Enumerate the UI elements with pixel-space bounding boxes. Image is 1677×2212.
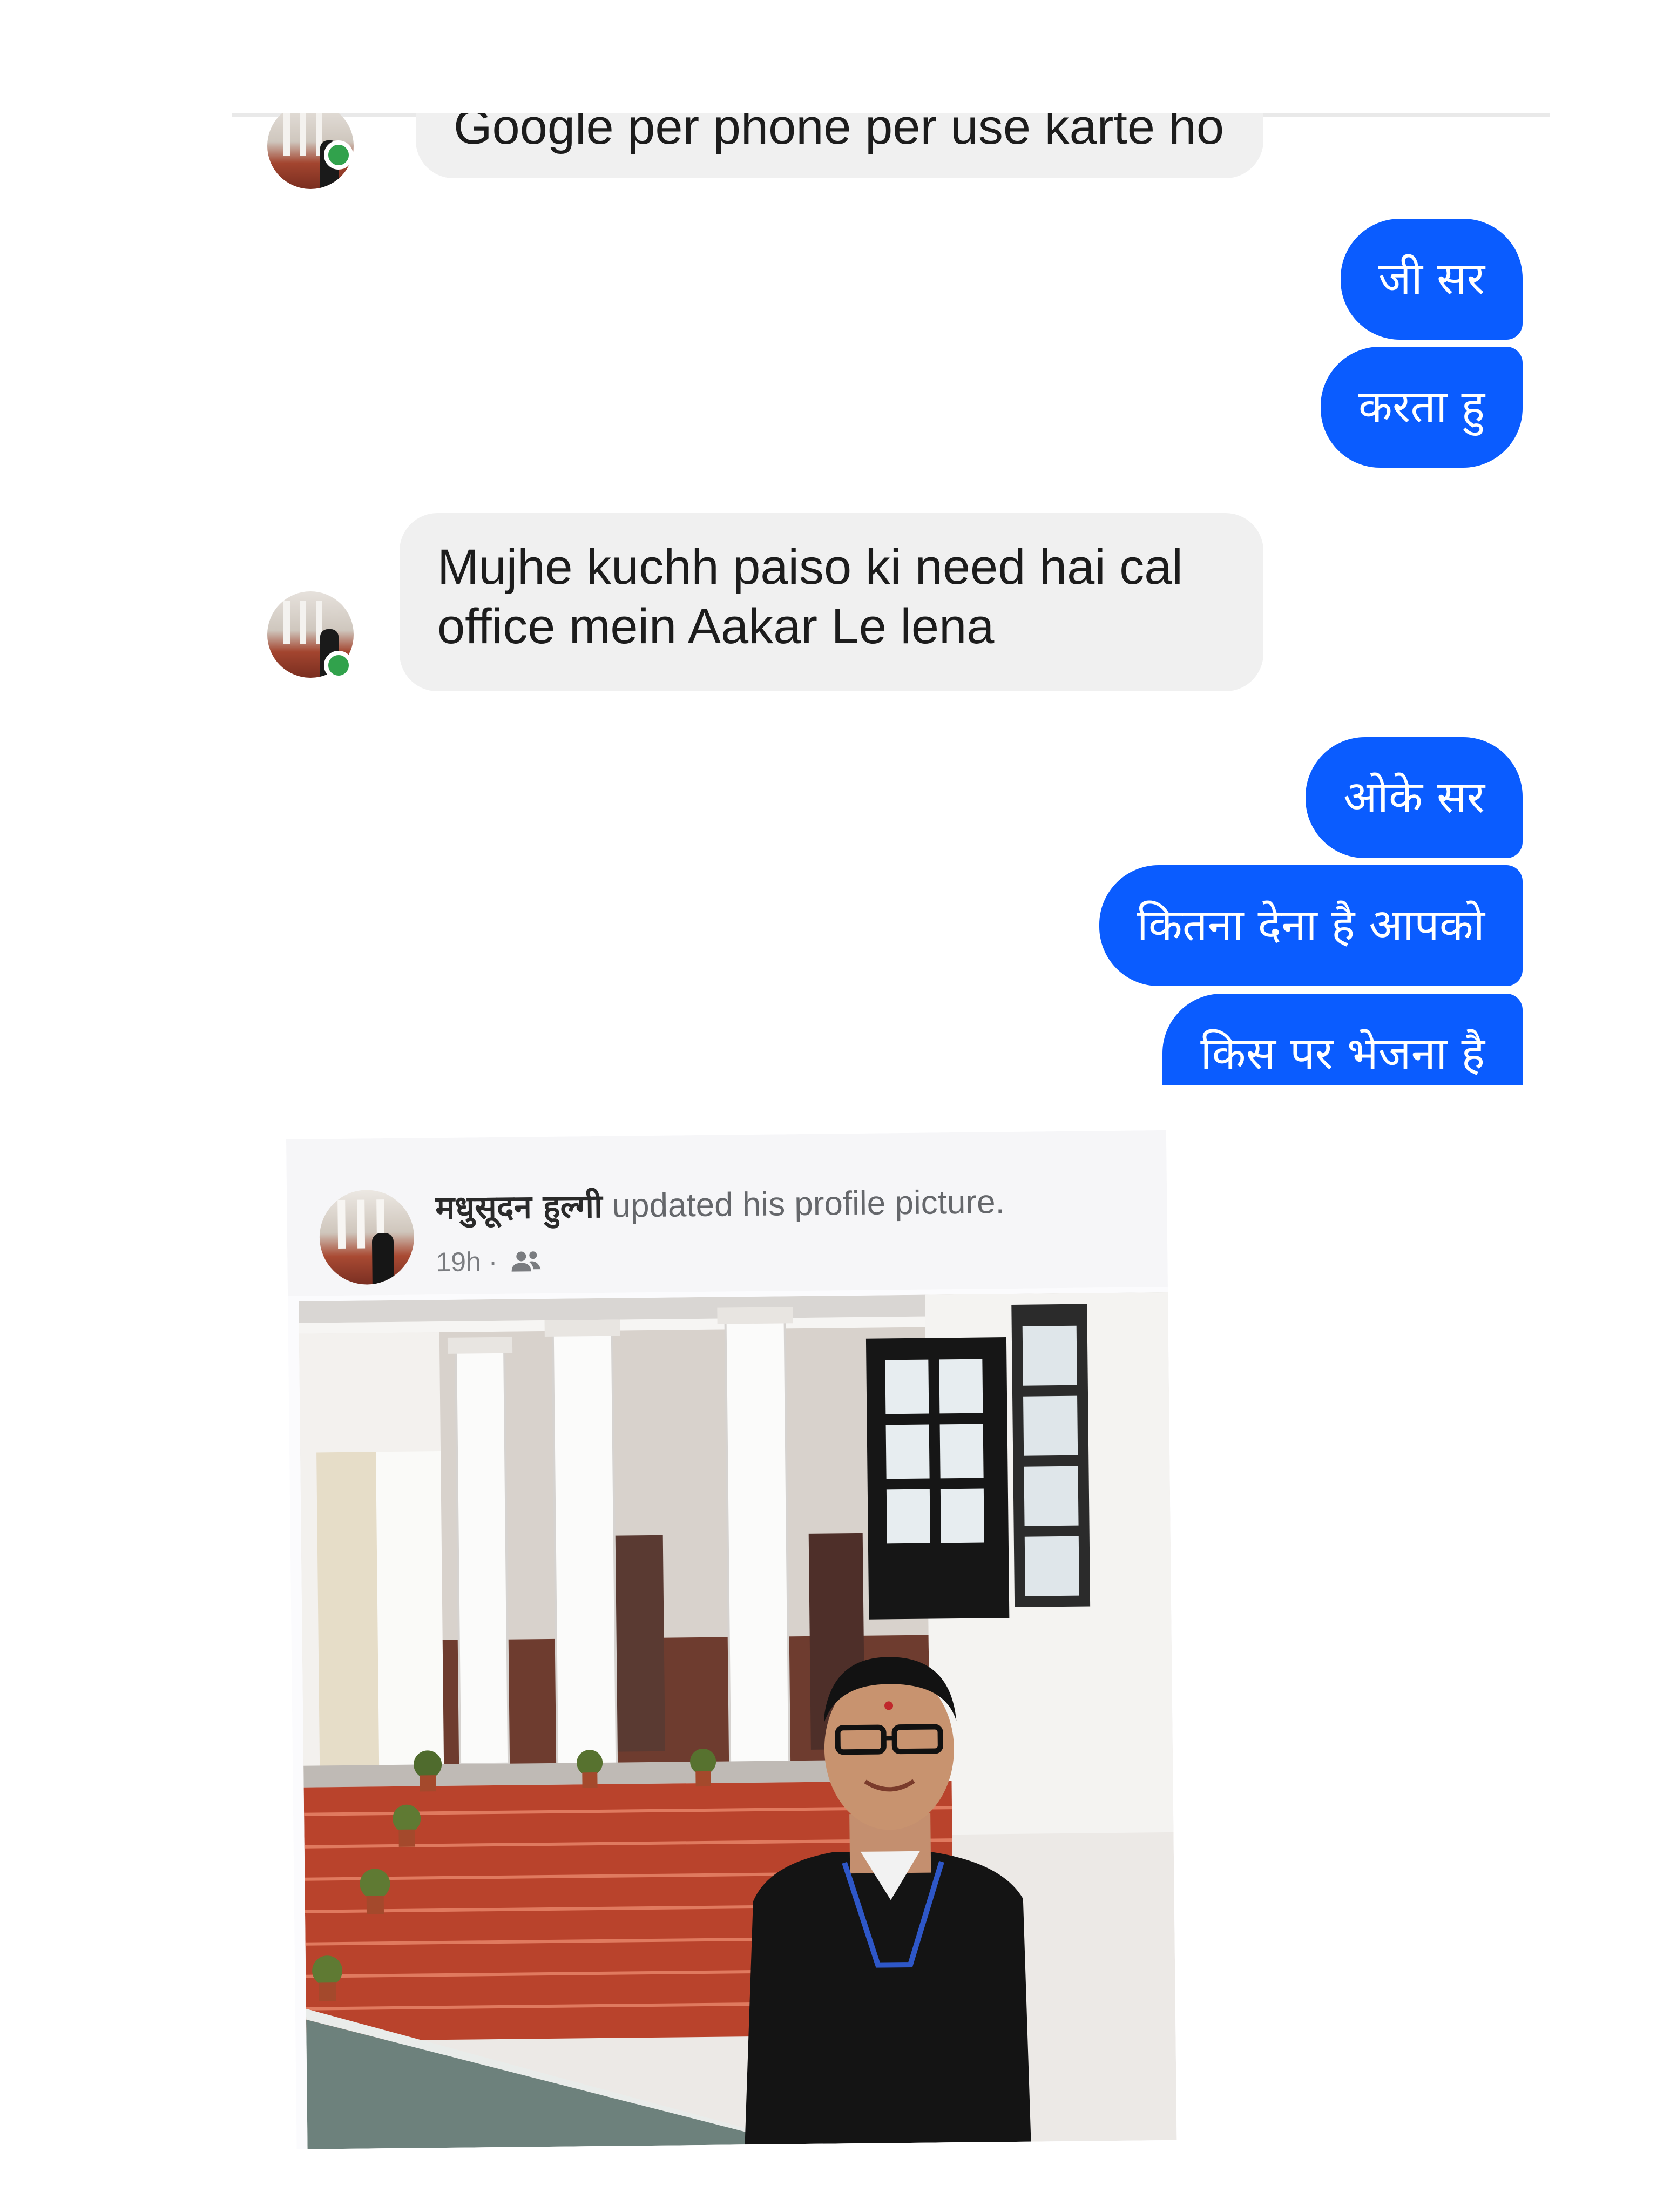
message-text: किस पर भेजना है	[1200, 1028, 1485, 1080]
message-text: कितना देना है आपको	[1137, 900, 1485, 951]
online-status-dot	[324, 140, 353, 170]
message-text-line: office mein Aakar Le lena	[437, 599, 995, 654]
post-timestamp[interactable]: 19h ·	[436, 1245, 498, 1278]
outgoing-message-bubble[interactable]: ओके सर	[1306, 737, 1523, 858]
friends-icon	[511, 1251, 541, 1272]
message-text: Google per phone per use karte ho	[454, 113, 1224, 154]
outgoing-message-bubble[interactable]: करता हु	[1320, 347, 1523, 468]
incoming-message-bubble[interactable]: Google per phone per use karte ho	[416, 113, 1263, 178]
outgoing-message-bubble[interactable]: किस पर भेजना है	[1162, 994, 1523, 1085]
post-title: मधुसूदन हुल्गी updated his profile pictur…	[435, 1181, 1005, 1230]
outgoing-message-bubble[interactable]: कितना देना है आपको	[1099, 865, 1523, 986]
online-status-dot	[324, 651, 353, 680]
post-header: मधुसूदन हुल्गी updated his profile pictur…	[286, 1130, 1168, 1296]
post-meta: 19h ·	[436, 1245, 545, 1278]
message-text-line: Mujhe kuchh paiso ki need hai cal	[437, 539, 1183, 595]
profile-picture-photo[interactable]	[299, 1292, 1177, 2149]
author-name-link[interactable]: मधुसूदन हुल्गी	[435, 1188, 603, 1227]
post-action-text: updated his profile picture.	[612, 1183, 1005, 1225]
incoming-message-bubble[interactable]: Mujhe kuchh paiso ki need hai cal office…	[400, 513, 1263, 691]
outgoing-message-bubble[interactable]: जी सर	[1340, 219, 1523, 340]
message-text: करता हु	[1358, 381, 1485, 433]
profile-update-post: मधुसूदन हुल्गी updated his profile pictur…	[286, 1130, 1177, 2149]
chat-thread: Google per phone per use karte ho जी सर …	[232, 113, 1550, 1085]
message-text: ओके सर	[1343, 772, 1485, 823]
message-text: जी सर	[1378, 253, 1485, 305]
author-avatar[interactable]	[319, 1189, 415, 1285]
